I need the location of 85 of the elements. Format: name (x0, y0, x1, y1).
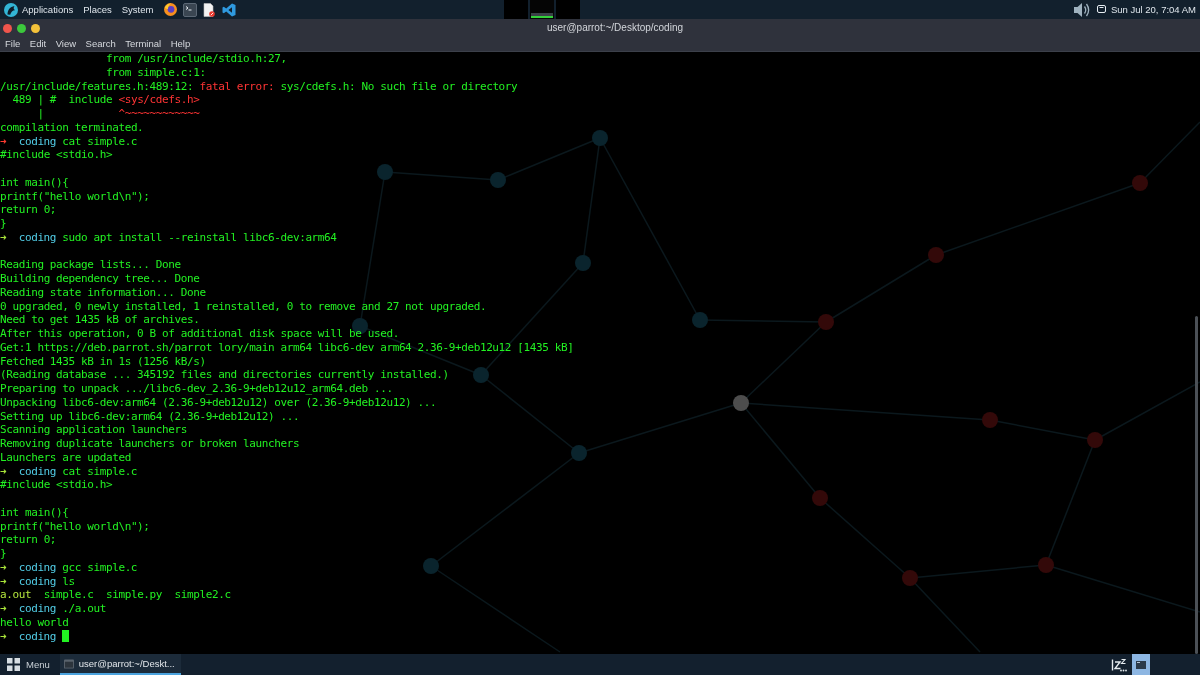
output-text: } (0, 547, 7, 560)
volume-icon[interactable] (1072, 1, 1091, 18)
output-text: from /usr/include/stdio.h:27, (105, 52, 287, 65)
output-text: 0 upgraded, 0 newly installed, 1 reinstalled, 0 to remove and 27 not upgraded. (0, 299, 487, 313)
prompt-arrow: ➜ (0, 464, 7, 478)
output-text: return 0; (0, 533, 57, 547)
panel-menu[interactable]: Applications (22, 4, 74, 15)
prompt-directory: coding (18, 134, 57, 148)
output-text: Fetched 1435 kB in 1s (1256 kB/s) (0, 354, 206, 368)
error-text: fatal error: (199, 79, 275, 93)
prompt-arrow: ➜ (0, 230, 7, 244)
prompt-directory: coding (18, 574, 57, 588)
menu-item[interactable]: Help (170, 39, 191, 49)
output-text: (Reading database ... 345192 files and directories currently installed.) (0, 368, 449, 382)
scrollbar-thumb[interactable] (1195, 316, 1198, 654)
output-text: #include <stdio.h> (0, 478, 113, 492)
taskbar-button[interactable]: user@parrot:~/Deskt... (59, 654, 181, 675)
prompt-arrow: ➜ (0, 560, 7, 574)
prompt-directory: coding (18, 560, 57, 574)
menu-item[interactable]: View (55, 39, 77, 49)
screen-icon[interactable] (1096, 5, 1106, 14)
grid-icon (7, 658, 20, 671)
prompt-arrow: ➜ (0, 134, 7, 148)
output-text: 489 | # include (12, 93, 113, 107)
output-text: After this operation, 0 B of additional disk space will be used. (0, 327, 399, 340)
prompt-arrow: ➜ (0, 574, 7, 588)
panel-menu[interactable]: System (121, 4, 154, 15)
terminal-icon (63, 658, 74, 669)
command-text: cat simple.c (62, 134, 138, 148)
menu-item[interactable]: Search (85, 39, 116, 49)
prompt-directory: coding (18, 464, 57, 478)
logo-icon[interactable] (4, 2, 18, 17)
output-text: printf("hello world\n"); (0, 189, 150, 203)
output-text: Launchers are updated (0, 450, 131, 464)
error-text: ^~~~~~~~~~~~~ (118, 107, 200, 120)
panel-menu[interactable]: Places (83, 4, 112, 15)
output-text: simple.c simple.py simple2.c (43, 588, 231, 602)
output-text: Reading package lists... Done (0, 258, 181, 272)
output-text: Setting up libc6-dev:arm64 (2.36-9+deb12u12) ... (0, 409, 300, 423)
output-text: a.out (0, 588, 32, 602)
terminal-icon[interactable] (183, 2, 198, 17)
menu-item[interactable]: Terminal (125, 39, 162, 49)
command-text: cat simple.c (62, 464, 138, 478)
output-text: printf("hello world\n"); (0, 519, 150, 533)
output-text: #include <stdio.h> (0, 148, 113, 162)
prompt-arrow: ➜ (0, 629, 7, 643)
output-text: Unpacking libc6-dev:arm64 (2.36-9+deb12u12) over (2.36-9+deb12u12) ... (0, 395, 437, 409)
output-text: compilation terminated. (0, 120, 144, 134)
prompt-directory: coding (18, 230, 57, 244)
workspace-button[interactable] (530, 0, 554, 19)
output-text: } (0, 217, 7, 230)
command-text: gcc simple.c (62, 560, 138, 574)
window-icon (1136, 660, 1146, 669)
prompt-directory: coding (18, 602, 57, 615)
window-title: user@parrot:~/Desktop/coding (546, 23, 684, 33)
output-text: /usr/include/features.h:489:12: (0, 79, 194, 93)
document-icon[interactable] (203, 2, 216, 17)
output-text: Need to get 1435 kB of archives. (0, 313, 200, 327)
sleep-icon[interactable] (1111, 657, 1127, 672)
output-text: from simple.c:1: (105, 65, 206, 79)
output-text: Preparing to unpack .../libc6-dev_2.36-9+deb12u12_arm64.deb ... (0, 382, 393, 395)
command-text: sudo apt install --reinstall libc6-dev:arm64 (62, 230, 337, 244)
clock-text[interactable]: Sun Jul 20, 7:04 AM (1110, 4, 1196, 15)
desktop-button[interactable] (1132, 654, 1150, 675)
command-text: ls (62, 574, 75, 588)
menu-item[interactable]: File (5, 39, 21, 49)
output-text: sys/cdefs.h: No such file or directory (280, 79, 518, 93)
output-text: Removing duplicate launchers or broken launchers (0, 437, 300, 450)
output-text: Scanning application launchers (0, 423, 187, 437)
prompt-arrow: ➜ (0, 602, 7, 615)
output-text: | (37, 107, 44, 120)
prompt-directory: coding (18, 629, 57, 643)
menu-item[interactable]: Edit (29, 39, 47, 49)
output-text: int main(){ (0, 175, 69, 189)
close-button[interactable] (2, 23, 12, 33)
output-text: return 0; (0, 203, 57, 217)
error-text: <sys/cdefs.h> (118, 93, 200, 107)
output-text: int main(){ (0, 505, 69, 519)
command-text: ./a.out (62, 602, 106, 615)
menu-button[interactable]: Menu (0, 654, 60, 675)
output-text: Building dependency tree... Done (0, 272, 200, 285)
browser-icon[interactable] (164, 3, 178, 16)
output-text: hello world (0, 615, 69, 629)
code-editor-icon[interactable] (222, 2, 237, 17)
output-text: Reading state information... Done (0, 285, 206, 299)
